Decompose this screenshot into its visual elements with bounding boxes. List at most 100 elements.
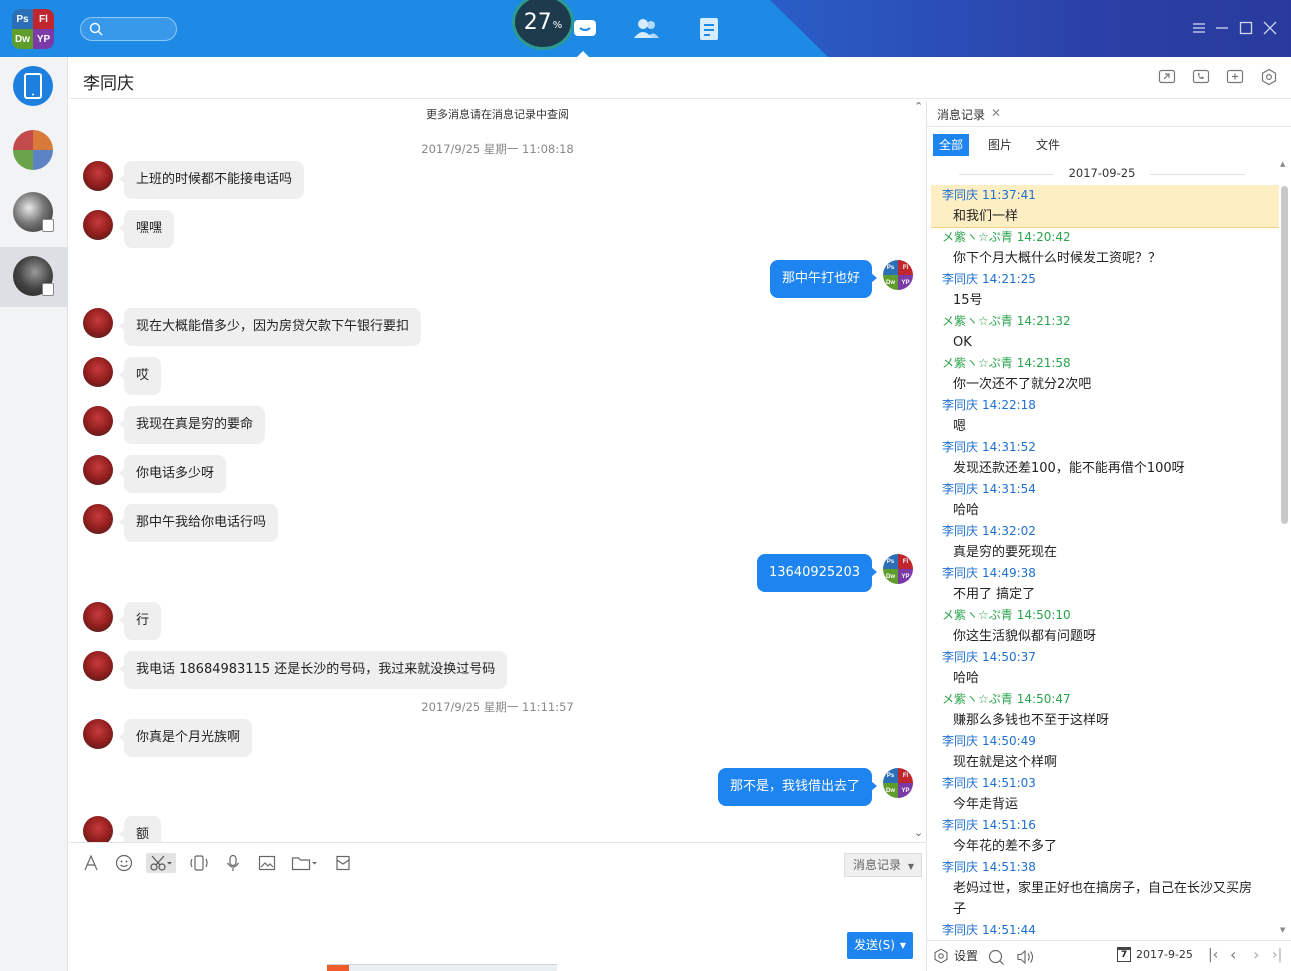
history-log[interactable]: 李同庆 11:37:41 和我们一样 メ紫ヽ☆ぷ青 14:20:42 你下个月大概什么时候… [931,185,1279,937]
emoji-icon[interactable] [113,853,135,873]
history-entry[interactable]: 李同庆 14:51:16 今年花的差不多了 [931,815,1279,857]
message-bubble[interactable]: 13640925203 [757,554,877,592]
message-list[interactable]: 更多消息请在消息记录中查阅 ⌃ ⌄ 2017/9/25 星期一 11:08:18… [69,100,926,842]
search-input[interactable] [80,17,177,41]
mail-icon[interactable] [332,853,354,873]
scroll-down-icon[interactable]: ▼ [1280,926,1285,934]
history-entry[interactable]: メ紫ヽ☆ぷ青 14:21:32 OK [931,311,1279,353]
send-button[interactable]: 发送(S) ▼ [847,932,913,959]
message-bubble[interactable]: 那不是，我钱借出去了 [717,768,878,806]
scrollbar-thumb[interactable] [1281,186,1288,524]
microphone-icon[interactable] [222,853,244,873]
maximize-icon[interactable] [1238,20,1254,36]
collapse-up-icon[interactable]: ⌃ [914,100,923,113]
history-entry[interactable]: メ紫ヽ☆ぷ青 14:50:10 你这生活貌似都有问题呀 [931,605,1279,647]
message-bubble[interactable]: 上班的时候都不能接电话吗 [118,161,305,199]
avatar[interactable]: Ps Fl Dw YP [883,768,913,798]
message-bubble[interactable]: 哎 [118,357,162,395]
folder-icon[interactable] [290,853,320,873]
message-bubble[interactable]: 你电话多少呀 [118,455,227,493]
message-bubble[interactable]: 我电话 18684983115 还是长沙的号码，我过来就没换过号码 [118,651,508,689]
menu-icon[interactable] [1191,20,1207,36]
message-bubble[interactable]: 现在大概能借多少，因为房贷欠款下午银行要扣 [118,308,422,346]
filter-files[interactable]: 文件 [1030,134,1066,156]
calendar-icon: 7 [1117,947,1131,962]
avatar[interactable] [83,161,113,191]
avatar[interactable] [83,651,113,681]
history-entry[interactable]: 李同庆 14:51:44 [931,920,1279,937]
history-entry[interactable]: 李同庆 14:31:52 发现还款还差100，能不能再借个100呀 [931,437,1279,479]
history-entry[interactable]: メ紫ヽ☆ぷ青 14:20:42 你下个月大概什么时候发工资呢？？ [931,227,1279,269]
avatar[interactable] [83,504,113,534]
screenshot-icon[interactable] [146,853,176,873]
filter-images[interactable]: 图片 [982,134,1018,156]
message-bubble[interactable]: 那中午我给你电话行吗 [118,504,279,542]
minimize-icon[interactable] [1214,20,1230,36]
avatar[interactable] [83,816,113,842]
message-history-button[interactable]: 消息记录 ▼ [844,853,922,877]
history-entry-header: メ紫ヽ☆ぷ青 14:50:10 [942,605,1279,626]
avatar[interactable] [83,357,113,387]
message-bubble[interactable]: 我现在真是穷的要命 [118,406,266,444]
filter-all[interactable]: 全部 [933,134,970,156]
apps-tab-icon[interactable] [695,16,725,42]
message-bubble[interactable]: 额 [118,816,162,842]
more-history-hint[interactable]: 更多消息请在消息记录中查阅 [69,106,926,122]
message-tab-icon[interactable] [570,16,600,42]
rail-item-device[interactable] [0,57,68,117]
avatar[interactable]: Ps Fl Dw YP [883,554,913,584]
search-history-icon[interactable] [988,949,1005,966]
logo-yp: YP [33,29,54,49]
avatar[interactable] [83,308,113,338]
avatar[interactable] [83,210,113,240]
history-entry[interactable]: 李同庆 14:50:37 哈哈 [931,647,1279,689]
close-icon[interactable] [1262,20,1278,36]
history-entry[interactable]: 李同庆 14:49:38 不用了 搞定了 [931,563,1279,605]
rail-item-contact-current[interactable] [0,247,68,307]
history-entry[interactable]: 李同庆 14:21:25 15号 [931,269,1279,311]
image-icon[interactable] [256,853,278,873]
app-logo[interactable]: Ps Fl Dw YP [12,9,54,49]
avatar[interactable] [83,602,113,632]
send-options-icon[interactable]: ▼ [900,932,906,959]
last-page-icon[interactable]: ›| [1272,947,1282,963]
message-bubble[interactable]: 你真是个月光族啊 [118,719,253,757]
history-entry[interactable]: 李同庆 14:50:49 现在就是这个样啊 [931,731,1279,773]
first-page-icon[interactable]: |‹ [1208,947,1218,963]
history-entry[interactable]: 李同庆 14:32:02 真是穷的要死现在 [931,521,1279,563]
history-entry[interactable]: 李同庆 14:51:03 今年走背运 [931,773,1279,815]
rail-item-group[interactable] [0,121,68,181]
date-picker[interactable]: 7 2017-9-25 [1117,947,1193,962]
rail-item-contact-2[interactable] [0,183,68,243]
history-entry[interactable]: 李同庆 14:51:38 老妈过世，家里正好也在搞房子，自己在长沙又买房子 [931,857,1279,920]
avatar[interactable] [83,455,113,485]
shake-icon[interactable] [188,853,210,873]
history-entry[interactable]: メ紫ヽ☆ぷ青 14:50:47 赚那么多钱也不至于这样呀 [931,689,1279,731]
progress-unit: % [552,19,563,31]
more-options-icon[interactable] [1260,68,1278,86]
previous-page-icon[interactable]: ‹ [1230,945,1236,964]
voice-call-icon[interactable] [1192,68,1210,86]
history-tab[interactable]: 消息记录 [937,106,985,123]
add-member-icon[interactable] [1226,68,1244,86]
history-entry[interactable]: 李同庆 14:22:18 嗯 [931,395,1279,437]
close-tab-icon[interactable]: ✕ [991,106,1001,120]
history-entry[interactable]: 李同庆 14:31:54 哈哈 [931,479,1279,521]
settings-button[interactable]: 设置 [933,947,978,964]
message-bubble[interactable]: 行 [118,602,162,640]
history-time: 14:31:54 [982,482,1036,496]
history-entry[interactable]: メ紫ヽ☆ぷ青 14:21:58 你一次还不了就分2次吧 [931,353,1279,395]
scroll-up-icon[interactable]: ▲ [1280,160,1285,168]
font-icon[interactable] [80,853,102,873]
message-bubble[interactable]: 那中午打也好 [769,260,878,298]
message-bubble[interactable]: 嘿嘿 [118,210,175,248]
next-page-icon[interactable]: › [1253,945,1259,964]
avatar[interactable]: Ps Fl Dw YP [883,260,913,290]
history-entry[interactable]: 李同庆 11:37:41 和我们一样 [931,185,1279,228]
avatar[interactable] [83,406,113,436]
avatar[interactable] [83,719,113,749]
scroll-down-icon[interactable]: ⌄ [914,826,923,839]
volume-icon[interactable] [1016,949,1034,965]
contacts-tab-icon[interactable] [631,16,661,42]
screen-share-icon[interactable] [1158,68,1176,86]
